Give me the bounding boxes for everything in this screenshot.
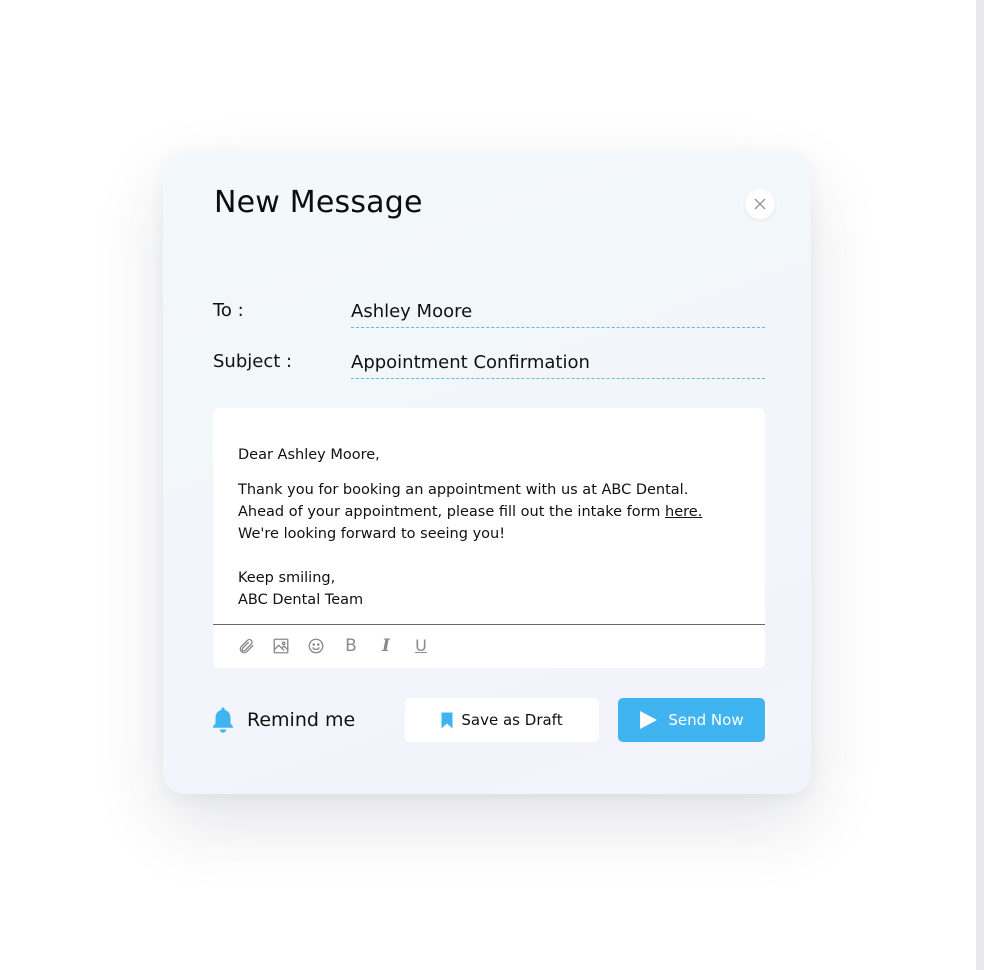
- message-signoff: Keep smiling,: [238, 570, 336, 586]
- attach-button[interactable]: [235, 635, 257, 657]
- save-as-draft-label: Save as Draft: [461, 711, 563, 729]
- message-body[interactable]: Dear Ashley Moore, Thank you for booking…: [238, 444, 748, 611]
- message-editor[interactable]: Dear Ashley Moore, Thank you for booking…: [213, 408, 765, 668]
- send-now-button[interactable]: Send Now: [618, 698, 765, 742]
- subject-field[interactable]: Appointment Confirmation: [351, 346, 765, 379]
- toolbar-divider: [213, 624, 765, 625]
- to-label: To :: [213, 300, 244, 321]
- intake-form-link[interactable]: here.: [665, 504, 702, 520]
- close-icon: [754, 198, 766, 210]
- formatting-toolbar: B I U: [235, 634, 432, 658]
- close-button[interactable]: [745, 189, 775, 219]
- italic-icon: I: [382, 636, 390, 656]
- emoji-button[interactable]: [305, 635, 327, 657]
- bell-icon: [213, 707, 233, 733]
- to-field[interactable]: Ashley Moore: [351, 295, 765, 328]
- subject-label: Subject :: [213, 351, 293, 372]
- bold-icon: B: [345, 636, 357, 656]
- message-line-1: Thank you for booking an appointment wit…: [238, 482, 689, 498]
- bold-button[interactable]: B: [340, 635, 362, 657]
- image-icon: [273, 638, 289, 654]
- message-signature: ABC Dental Team: [238, 592, 364, 608]
- message-greeting: Dear Ashley Moore,: [238, 447, 380, 463]
- send-now-label: Send Now: [668, 711, 744, 729]
- message-line-2-text: Ahead of your appointment, please fill o…: [238, 504, 661, 520]
- insert-image-button[interactable]: [270, 635, 292, 657]
- play-icon: [640, 711, 658, 729]
- remind-me-label: Remind me: [247, 709, 356, 731]
- right-edge-strip: [976, 0, 984, 970]
- italic-button[interactable]: I: [375, 635, 397, 657]
- save-as-draft-button[interactable]: Save as Draft: [405, 698, 599, 742]
- dialog-title: New Message: [214, 185, 423, 220]
- message-line-3: We're looking forward to seeing you!: [238, 526, 506, 542]
- remind-me-toggle[interactable]: Remind me: [211, 704, 355, 736]
- paperclip-icon: [239, 638, 254, 654]
- message-line-2: Ahead of your appointment, please fill o…: [238, 501, 748, 523]
- underline-icon: U: [415, 636, 427, 655]
- new-message-dialog: New Message To : Ashley Moore Subject : …: [163, 152, 811, 794]
- underline-button[interactable]: U: [410, 635, 432, 657]
- emoji-icon: [308, 638, 324, 654]
- bookmark-icon: [441, 712, 453, 728]
